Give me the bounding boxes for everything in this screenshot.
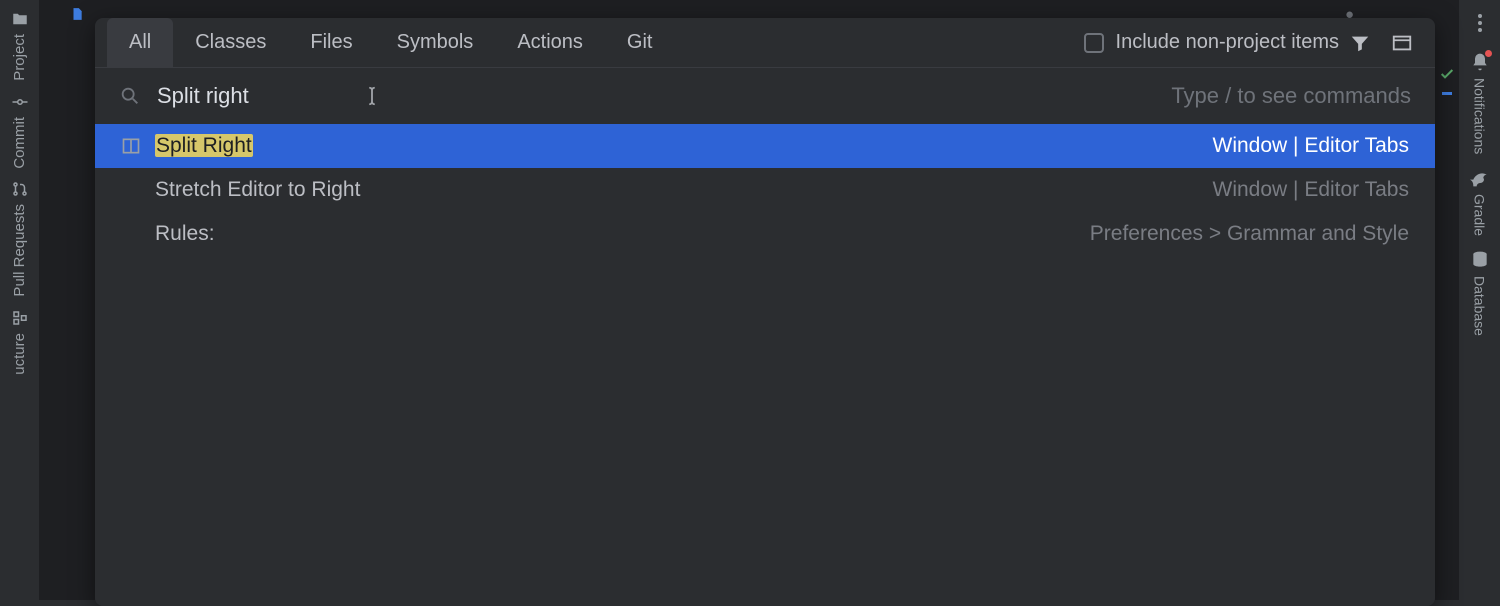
left-tool-rail: Project Commit Pull Requests ucture: [0, 0, 40, 600]
filter-icon: [1349, 32, 1371, 54]
tool-pull-label: Pull Requests: [11, 204, 28, 297]
editor-area: ● All Classes Files Symbols Actions Git …: [40, 0, 1434, 600]
check-icon: [1439, 66, 1455, 82]
more-options-button[interactable]: [1478, 8, 1482, 38]
tab-actions[interactable]: Actions: [495, 18, 605, 67]
tab-files[interactable]: Files: [288, 18, 374, 67]
database-icon: [1470, 250, 1490, 270]
tool-database[interactable]: Database: [1470, 250, 1490, 336]
tool-project[interactable]: Project: [11, 10, 29, 81]
result-path: Preferences > Grammar and Style: [1090, 222, 1409, 246]
popup-empty-area: [95, 256, 1435, 606]
gradle-icon: [1470, 168, 1490, 188]
open-in-window-button[interactable]: [1389, 30, 1415, 56]
tab-classes[interactable]: Classes: [173, 18, 288, 67]
tool-structure-label: ucture: [11, 333, 28, 375]
include-checkbox[interactable]: [1084, 33, 1104, 53]
tool-notifications[interactable]: Notifications: [1470, 52, 1490, 154]
tool-commit[interactable]: Commit: [11, 93, 29, 169]
tab-all[interactable]: All: [107, 18, 173, 67]
tool-commit-label: Commit: [11, 117, 28, 169]
results-list: Split Right Window | Editor Tabs Stretch…: [95, 124, 1435, 256]
file-icon: [70, 7, 84, 21]
database-label: Database: [1472, 276, 1488, 336]
search-icon: [119, 85, 141, 107]
blank-icon: [121, 224, 141, 244]
right-tool-rail: Notifications Gradle Database: [1458, 0, 1500, 600]
tool-pull-requests[interactable]: Pull Requests: [11, 180, 29, 297]
editor-gutter: [1434, 0, 1458, 600]
tool-structure[interactable]: ucture: [11, 309, 29, 375]
tool-project-label: Project: [11, 34, 28, 81]
notifications-label: Notifications: [1472, 78, 1488, 154]
include-non-project[interactable]: Include non-project items: [1084, 31, 1339, 54]
pull-request-icon: [11, 180, 29, 198]
result-label: Split Right: [155, 134, 253, 158]
search-everywhere-popup: All Classes Files Symbols Actions Git In…: [95, 18, 1435, 606]
result-label: Stretch Editor to Right: [155, 178, 360, 202]
tab-git[interactable]: Git: [605, 18, 675, 67]
result-split-right[interactable]: Split Right Window | Editor Tabs: [95, 124, 1435, 168]
window-icon: [1391, 32, 1413, 54]
folder-icon: [11, 10, 29, 28]
editor-tab[interactable]: [70, 7, 84, 21]
notification-dot: [1485, 50, 1492, 57]
search-tabs: All Classes Files Symbols Actions Git In…: [95, 18, 1435, 68]
filter-button[interactable]: [1347, 30, 1373, 56]
warning-marker[interactable]: [1442, 92, 1452, 95]
gradle-label: Gradle: [1472, 194, 1488, 236]
tool-gradle[interactable]: Gradle: [1470, 168, 1490, 236]
search-hint: Type / to see commands: [1171, 83, 1411, 109]
split-right-icon: [121, 136, 141, 156]
commit-icon: [11, 93, 29, 111]
include-label: Include non-project items: [1116, 31, 1339, 54]
structure-icon: [11, 309, 29, 327]
tab-symbols[interactable]: Symbols: [375, 18, 496, 67]
blank-icon: [121, 180, 141, 200]
result-stretch-editor[interactable]: Stretch Editor to Right Window | Editor …: [95, 168, 1435, 212]
result-path: Window | Editor Tabs: [1213, 178, 1410, 202]
result-rules[interactable]: Rules: Preferences > Grammar and Style: [95, 212, 1435, 256]
search-row: Type / to see commands: [95, 68, 1435, 124]
result-label: Rules:: [155, 222, 215, 246]
search-input[interactable]: [157, 83, 337, 109]
text-cursor-icon: [361, 81, 383, 111]
result-path: Window | Editor Tabs: [1213, 134, 1410, 158]
